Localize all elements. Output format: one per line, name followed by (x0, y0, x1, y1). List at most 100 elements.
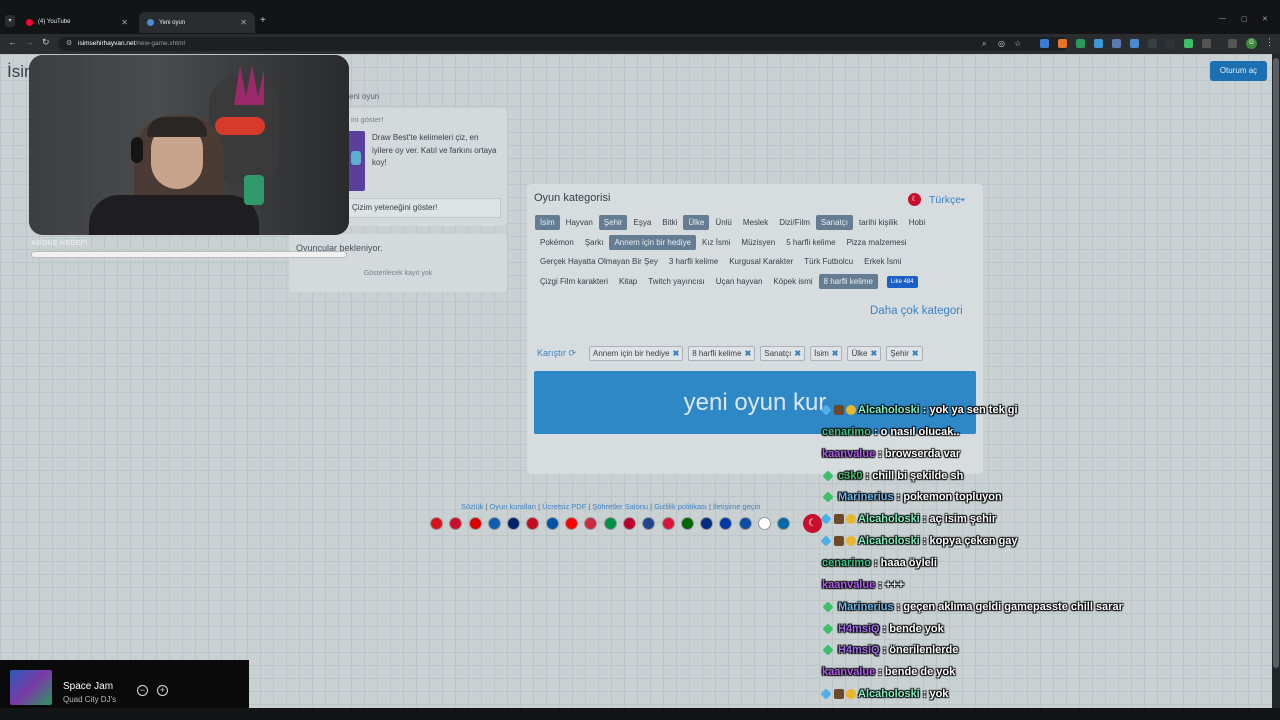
category-chip[interactable]: Çizgi Film karakteri (535, 274, 613, 289)
extension-icon[interactable] (1058, 39, 1067, 48)
login-button[interactable]: Oturum aç (1210, 61, 1267, 81)
extension-icon[interactable] (1040, 39, 1049, 48)
language-flag-icon[interactable] (719, 517, 733, 530)
language-flag-icon[interactable] (622, 517, 636, 530)
category-chip[interactable]: 3 harfli kelime (664, 254, 723, 269)
category-chip[interactable]: Hayvan (561, 215, 598, 230)
category-chip[interactable]: Ülke (683, 215, 710, 231)
site-info-icon[interactable]: ⚙ (66, 39, 72, 47)
facebook-like-button[interactable]: Like 484 (886, 275, 918, 288)
language-flag-icon[interactable] (487, 517, 501, 530)
category-chip[interactable]: Şehir (598, 215, 628, 231)
language-flag-icon[interactable] (700, 517, 714, 530)
language-flag-icon[interactable] (565, 517, 579, 530)
extensions-puzzle-icon[interactable] (1202, 39, 1211, 48)
address-bar[interactable]: ⚙ isimsehirhayvan.net/new-game.xhtml ⌕ ◎… (58, 37, 1068, 51)
language-flag-icon[interactable] (642, 517, 656, 530)
extension-icon[interactable] (1112, 39, 1121, 48)
language-flag-icon[interactable] (526, 517, 540, 530)
remove-tag-icon[interactable]: ✖ (912, 349, 919, 358)
footer-link[interactable]: Şöhretler Salonu (592, 502, 648, 511)
category-chip[interactable]: Kitap (614, 274, 642, 289)
category-chip[interactable]: Türk Futbolcu (799, 254, 858, 269)
zoom-icon[interactable]: ⌕ (982, 39, 986, 49)
remove-tag-icon[interactable]: ✖ (832, 349, 839, 358)
minimize-icon[interactable]: — (1219, 15, 1226, 22)
category-chip[interactable]: Şarkı (580, 235, 609, 250)
remove-tag-icon[interactable]: ✖ (794, 349, 801, 358)
tab-search-button[interactable]: ▾ (5, 15, 15, 27)
remove-tag-icon[interactable]: ✖ (745, 349, 752, 358)
browser-menu-icon[interactable]: ⋮ (1265, 37, 1274, 48)
close-tab-icon[interactable]: ✕ (240, 18, 247, 27)
category-chip[interactable]: 5 harfli kelime (781, 235, 840, 250)
forward-icon[interactable]: → (25, 37, 34, 47)
downloads-icon[interactable] (1228, 39, 1237, 48)
page-scrollbar[interactable] (1272, 54, 1280, 708)
reload-icon[interactable]: ↻ (42, 37, 50, 48)
category-chip[interactable]: 8 harfli kelime (818, 274, 878, 290)
language-flag-icon[interactable] (449, 517, 463, 530)
category-chip[interactable]: Erkek İsmi (859, 254, 906, 269)
language-flag-icon[interactable] (545, 517, 559, 530)
footer-link[interactable]: Gizlilik politikası (654, 502, 707, 511)
category-chip[interactable]: Kız İsmi (697, 235, 735, 250)
url-text[interactable]: isimsehirhayvan.net/new-game.xhtml (78, 40, 185, 47)
turkey-flag-big-icon[interactable]: ☾ (803, 514, 822, 533)
category-chip[interactable]: Gerçek Hayatta Olmayan Bir Şey (535, 254, 663, 269)
close-tab-icon[interactable]: ✕ (121, 18, 128, 27)
remove-icon[interactable]: − (137, 685, 148, 696)
maximize-icon[interactable]: ▢ (1241, 15, 1248, 23)
category-chip[interactable]: Kurgusal Karakter (724, 254, 798, 269)
footer-link[interactable]: İletişime geçin (713, 502, 761, 511)
category-chip[interactable]: Uçan hayvan (711, 274, 768, 289)
scrollbar-thumb[interactable] (1273, 58, 1279, 668)
category-chip[interactable]: Pokémon (535, 235, 579, 250)
language-flag-icon[interactable] (584, 517, 598, 530)
back-icon[interactable]: ← (8, 37, 17, 47)
language-flag-icon[interactable] (680, 517, 694, 530)
language-select[interactable]: ☾ Türkçe ▾ (908, 193, 965, 206)
footer-link[interactable]: Oyun kuralları (489, 502, 536, 511)
category-chip[interactable]: Müzisyen (736, 235, 780, 250)
category-chip[interactable]: tarihi kişilik (854, 215, 903, 230)
footer-link[interactable]: Ücretsiz PDF (542, 502, 586, 511)
language-flag-icon[interactable] (661, 517, 675, 530)
footer-link[interactable]: Sözlük (461, 502, 484, 511)
extension-icon[interactable] (1166, 39, 1175, 48)
remove-tag-icon[interactable]: ✖ (870, 349, 877, 358)
category-chip[interactable]: Ünlü (710, 215, 736, 230)
extension-icon[interactable] (1076, 39, 1085, 48)
add-icon[interactable]: + (157, 685, 168, 696)
tab-youtube[interactable]: (4) YouTube ✕ (18, 13, 136, 31)
category-chip[interactable]: Twitch yayıncısı (643, 274, 709, 289)
extension-icon[interactable] (1148, 39, 1157, 48)
category-chip[interactable]: Sanatçı (815, 215, 854, 231)
remove-tag-icon[interactable]: ✖ (672, 349, 679, 358)
show-drawing-button[interactable]: Çizim yeteneğini göster! (347, 198, 501, 218)
category-chip[interactable]: Hobi (904, 215, 930, 230)
category-chip[interactable]: Bitki (657, 215, 682, 230)
category-chip[interactable]: Pizza malzemesi (842, 235, 912, 250)
language-flag-icon[interactable] (507, 517, 521, 530)
language-flag-icon[interactable] (777, 517, 791, 530)
profile-avatar[interactable]: G (1246, 38, 1257, 49)
language-flag-icon[interactable] (738, 517, 752, 530)
category-chip[interactable]: Eşya (628, 215, 656, 230)
close-window-icon[interactable]: ✕ (1262, 15, 1268, 23)
new-tab-icon[interactable]: + (260, 15, 266, 26)
language-flag-icon[interactable] (603, 517, 617, 530)
language-flag-icon[interactable] (430, 517, 443, 530)
tab-yeni-oyun[interactable]: Yeni oyun ✕ (139, 12, 255, 33)
category-chip[interactable]: Meslek (738, 215, 773, 230)
more-categories-link[interactable]: Daha çok kategori (870, 305, 963, 317)
category-chip[interactable]: İsim (535, 215, 560, 231)
category-chip[interactable]: Köpek ismi (768, 274, 817, 289)
language-flag-icon[interactable] (758, 517, 772, 530)
category-chip[interactable]: Annem için bir hediye (609, 234, 696, 250)
category-chip[interactable]: Dizi/Film (774, 215, 815, 230)
language-flag-icon[interactable] (468, 517, 482, 530)
extension-icon[interactable] (1130, 39, 1139, 48)
bookmark-star-icon[interactable]: ☆ (1014, 39, 1021, 48)
extension-icon[interactable] (1094, 39, 1103, 48)
